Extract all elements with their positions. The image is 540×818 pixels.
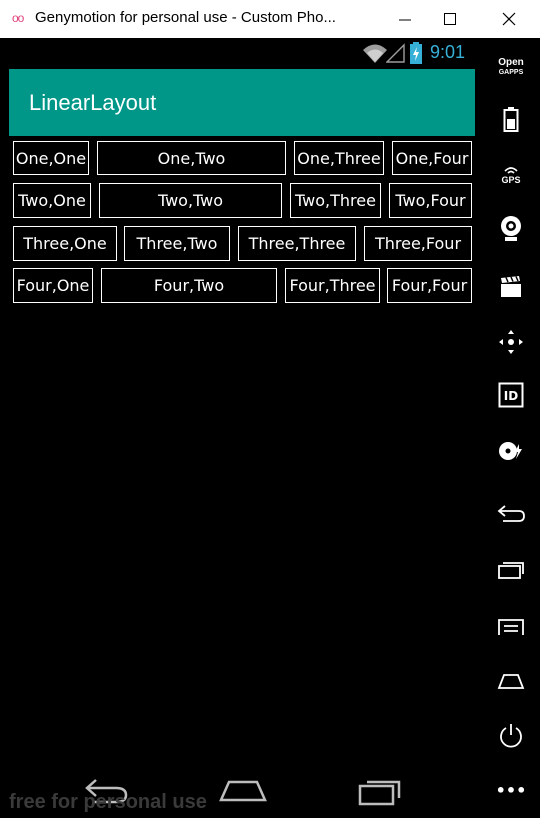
grid-cell-two-two[interactable]: Two,Two	[99, 183, 282, 218]
grid-cell-one-four[interactable]: One,Four	[392, 141, 472, 175]
status-clock: 9:01	[430, 42, 466, 62]
grid-cell-one-three[interactable]: One,Three	[294, 141, 384, 175]
sidebar-power-button[interactable]	[482, 722, 540, 750]
recent-apps-icon	[498, 562, 524, 579]
sidebar-back-button[interactable]	[482, 502, 540, 526]
grid-cell-two-one[interactable]: Two,One	[13, 183, 91, 218]
grid-cell-four-four[interactable]: Four,Four	[387, 268, 472, 303]
nav-recents-button[interactable]	[357, 776, 403, 806]
home-icon	[497, 674, 525, 689]
dpad-icon	[499, 330, 523, 354]
phone-screen: 9:01 LinearLayout One,One One,Two One,Th…	[0, 38, 482, 818]
battery-icon	[503, 107, 519, 132]
genymotion-sidebar: Open GAPPS GPS ID •••	[482, 38, 540, 818]
grid-cell-two-three[interactable]: Two,Three	[290, 183, 381, 218]
nav-home-button[interactable]	[219, 776, 267, 804]
sidebar-menu-button[interactable]	[482, 616, 540, 638]
disc-icon	[499, 442, 522, 460]
grid-cell-three-one[interactable]: Three,One	[13, 226, 117, 261]
sidebar-recents-button[interactable]	[482, 558, 540, 582]
capture-widget-button[interactable]	[482, 274, 540, 300]
grid-cell-four-three[interactable]: Four,Three	[285, 268, 380, 303]
grid-cell-three-three[interactable]: Three,Three	[238, 226, 356, 261]
opengapps-label-line2: GAPPS	[498, 68, 524, 76]
sidebar-home-button[interactable]	[482, 670, 540, 692]
maximize-icon	[444, 13, 456, 25]
gps-widget-button[interactable]: GPS	[482, 163, 540, 187]
grid-cell-one-two[interactable]: One,Two	[97, 141, 286, 175]
media-widget-button[interactable]	[482, 438, 540, 464]
id-label: ID	[504, 389, 518, 403]
wifi-icon	[363, 44, 387, 63]
close-icon	[502, 12, 516, 26]
grid-cell-four-one[interactable]: Four,One	[13, 268, 93, 303]
watermark-text: free for personal use	[9, 791, 207, 813]
power-icon	[500, 724, 522, 748]
window-title: Genymotion for personal use - Custom Pho…	[35, 9, 336, 26]
status-bar: 9:01	[0, 38, 482, 68]
minimize-icon	[399, 19, 411, 21]
clapperboard-icon	[501, 276, 521, 297]
grid-cell-one-one[interactable]: One,One	[13, 141, 89, 175]
battery-widget-button[interactable]	[482, 106, 540, 134]
device-id-widget-button[interactable]: ID	[482, 382, 540, 408]
cell-signal-icon	[386, 43, 405, 63]
battery-charging-icon	[410, 42, 422, 64]
close-button[interactable]	[482, 0, 536, 38]
action-bar: LinearLayout	[9, 69, 475, 136]
more-options-button[interactable]: •••	[482, 778, 540, 802]
window-titlebar: oo Genymotion for personal use - Custom …	[0, 0, 540, 38]
maximize-button[interactable]	[423, 0, 477, 38]
gps-label: GPS	[501, 175, 521, 185]
id-icon: ID	[498, 382, 524, 408]
grid-cell-four-two[interactable]: Four,Two	[101, 268, 277, 303]
grid-cell-three-four[interactable]: Three,Four	[364, 226, 472, 261]
dpad-widget-button[interactable]	[482, 328, 540, 356]
back-icon	[497, 505, 525, 522]
gps-signal-icon	[504, 167, 518, 174]
opengapps-button[interactable]: Open GAPPS	[482, 54, 540, 80]
webcam-icon	[501, 216, 521, 241]
menu-icon	[498, 619, 524, 635]
app-title: LinearLayout	[29, 90, 157, 115]
genymotion-logo-icon: oo	[12, 11, 24, 25]
opengapps-label-line1: Open	[498, 56, 524, 68]
grid-cell-three-two[interactable]: Three,Two	[124, 226, 230, 261]
grid-cell-two-four[interactable]: Two,Four	[389, 183, 472, 218]
webcam-widget-button[interactable]	[482, 214, 540, 244]
